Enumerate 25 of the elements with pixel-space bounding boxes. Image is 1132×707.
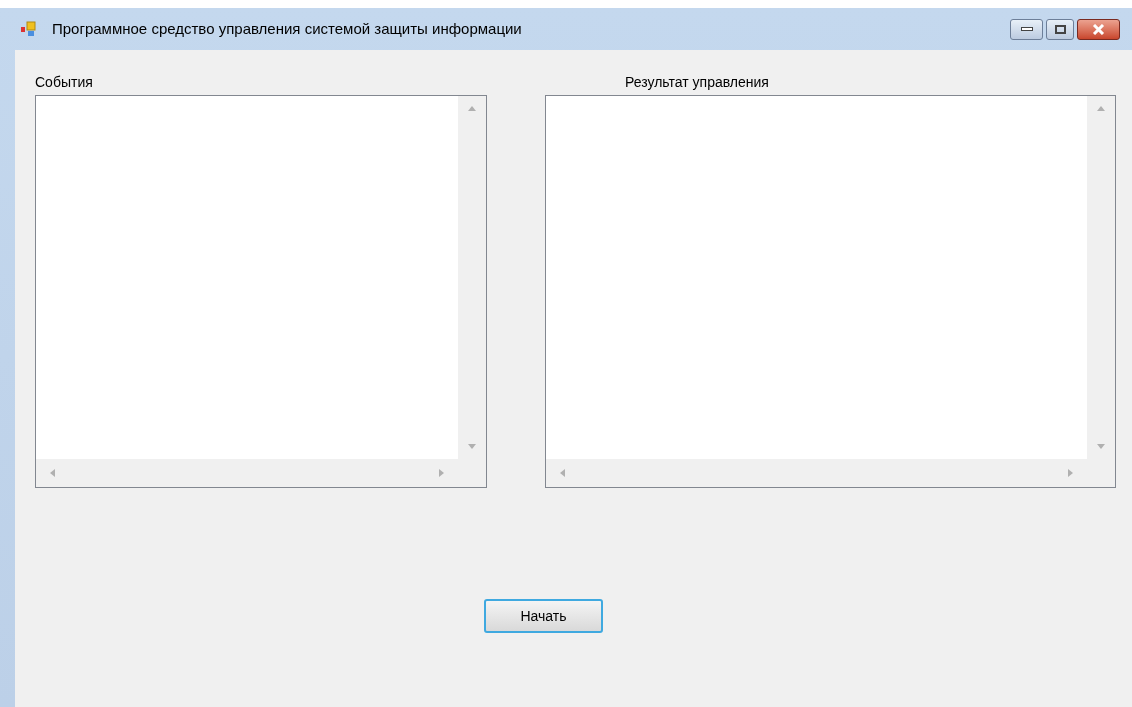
panel-label: События <box>35 73 93 92</box>
horizontal-scrollbar[interactable] <box>546 459 1087 487</box>
panel-label: Результат управления <box>625 73 769 92</box>
window-title: Программное средство управления системой защиты информации <box>52 18 522 39</box>
scroll-right-icon <box>1068 469 1073 477</box>
app-icon <box>20 21 36 37</box>
maximize-icon <box>1054 24 1066 34</box>
minimize-icon <box>1020 27 1033 31</box>
vertical-scrollbar[interactable] <box>1087 96 1115 459</box>
text-area[interactable] <box>545 95 1116 488</box>
scroll-down-icon <box>468 444 476 449</box>
scroll-left-icon <box>50 469 55 477</box>
minimize-button[interactable] <box>1010 18 1043 40</box>
text-area[interactable] <box>35 95 487 488</box>
close-icon <box>1092 23 1105 35</box>
close-button[interactable] <box>1077 18 1120 40</box>
scroll-up-icon <box>468 106 476 111</box>
scroll-up-icon <box>1097 106 1105 111</box>
horizontal-scrollbar[interactable] <box>36 459 458 487</box>
start-button[interactable]: Начать <box>484 599 603 633</box>
vertical-scrollbar[interactable] <box>458 96 486 459</box>
scroll-right-icon <box>439 469 444 477</box>
scroll-left-icon <box>560 469 565 477</box>
maximize-button[interactable] <box>1046 18 1074 40</box>
scroll-down-icon <box>1097 444 1105 449</box>
